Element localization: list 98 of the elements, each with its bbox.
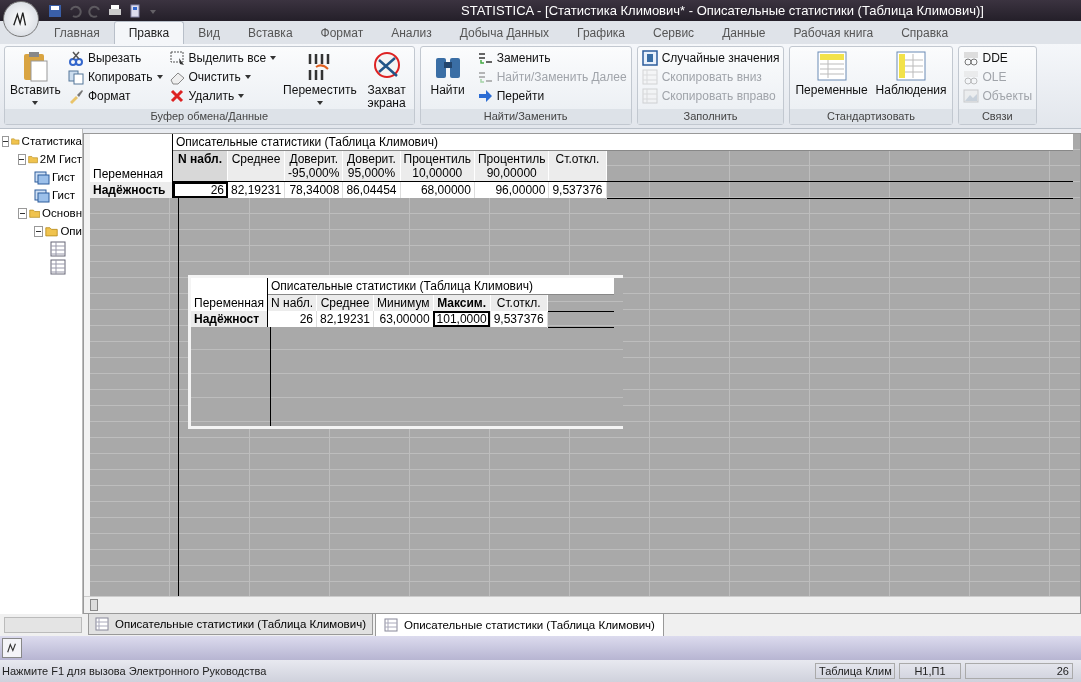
scissors-icon — [67, 49, 84, 66]
collapse-toggle[interactable] — [2, 135, 9, 147]
copy-icon — [67, 68, 84, 85]
caret-icon — [238, 93, 245, 98]
tree-item[interactable]: Статистика — [21, 135, 82, 147]
sheet-tab[interactable]: Описательные статистики (Таблица Климович) — [88, 614, 373, 635]
caret-icon — [270, 55, 277, 60]
column-header[interactable]: Доверит. 95,000% — [342, 150, 400, 182]
collapse-toggle[interactable] — [18, 153, 26, 165]
ribbon-button[interactable]: DDE — [962, 48, 1033, 67]
printer-icon[interactable] — [108, 3, 122, 18]
table-icon — [95, 617, 109, 631]
group-title: Заполнить — [637, 109, 784, 124]
ribbon-tab[interactable]: Главная — [40, 22, 114, 44]
status-field: Таблица Клим — [815, 663, 895, 679]
caret-icon — [244, 74, 251, 79]
table-icon — [50, 259, 66, 275]
ribbon-tab[interactable]: Сервис — [639, 22, 709, 44]
ribbon-tab[interactable]: Вставка — [233, 22, 307, 44]
group-title: Связи — [958, 109, 1037, 124]
ribbon-button[interactable]: Удалить — [168, 86, 277, 105]
column-header[interactable]: Процентиль 90,00000 — [474, 150, 549, 182]
ribbon-button[interactable]: Случайные значения — [641, 48, 780, 67]
save-icon[interactable] — [48, 3, 62, 18]
ribbon-tab[interactable]: Правка — [113, 21, 185, 44]
table-title: Описательные статистики (Таблица Климович) — [267, 278, 614, 295]
ribbon-button[interactable]: Вставить — [9, 48, 62, 107]
table-icon — [50, 241, 66, 257]
tree-item[interactable]: Опи — [60, 225, 82, 237]
status-field: 26 — [965, 663, 1073, 679]
collapse-toggle[interactable] — [34, 225, 44, 237]
ribbon-button[interactable]: Наблюдения — [874, 48, 948, 99]
table-cell: 63,00000 — [373, 311, 434, 327]
ribbon-tab[interactable]: Анализ — [377, 22, 446, 44]
link-icon — [962, 68, 979, 85]
grid-icon — [641, 68, 658, 85]
square-icon — [641, 49, 658, 66]
table-cell: 9,537376 — [490, 311, 548, 327]
header-cell: Переменная — [90, 134, 173, 182]
graph-icon — [34, 169, 50, 185]
link-icon — [962, 49, 979, 66]
ribbon-button[interactable]: Формат — [67, 86, 163, 105]
ribbon-tab[interactable]: Формат — [306, 22, 378, 44]
table-icon — [383, 618, 398, 632]
ribbon-button[interactable]: Очистить — [168, 67, 277, 86]
tree-item[interactable]: 2M Гист — [39, 153, 82, 165]
ribbon-tab[interactable]: Добыча Данных — [445, 22, 564, 44]
graph-icon — [34, 187, 50, 203]
ribbon-tab[interactable]: Вид — [184, 22, 234, 44]
picture-icon — [962, 87, 979, 104]
ribbon-button[interactable]: Выделить все — [168, 48, 277, 67]
cross-icon — [168, 87, 185, 104]
table-title: Описательные статистики (Таблица Климович) — [172, 134, 1073, 151]
ribbon-button[interactable]: Заменить — [476, 48, 627, 67]
ribbon-button[interactable]: Перейти — [476, 86, 627, 105]
table-cell: 26 — [267, 311, 317, 327]
group-title: Стандартизовать — [790, 109, 952, 124]
caret-icon — [316, 101, 323, 105]
window-title: STATISTICA - [Статистика Климович* - Описательные статистики (Таблица Климович)] — [460, 3, 985, 18]
collapse-toggle[interactable] — [18, 207, 27, 219]
horizontal-scrollbar[interactable] — [84, 596, 1080, 613]
column-header[interactable]: Ст.откл. — [548, 150, 606, 182]
ribbon-button[interactable]: Вырезать — [67, 48, 163, 67]
logo — [6, 642, 18, 654]
ribbon-button[interactable]: Копировать — [67, 67, 163, 86]
column-header[interactable]: Среднее — [227, 150, 285, 182]
ribbon-tab[interactable]: Графика — [563, 22, 640, 44]
column-header[interactable]: Доверит. -95,000% — [284, 150, 343, 182]
column-header[interactable]: Процентиль 10,00000 — [400, 150, 475, 182]
tree-item[interactable]: Гист — [52, 171, 76, 183]
column-header[interactable]: N набл. — [172, 150, 228, 182]
app-menu-button[interactable] — [3, 1, 39, 37]
ribbon-tab[interactable]: Данные — [708, 22, 780, 44]
minimized-window-button[interactable] — [2, 638, 22, 658]
caret-icon — [32, 101, 39, 105]
tree-item[interactable]: Основн — [42, 207, 82, 219]
status-message: Нажмите F1 для вызова Электронного Руководства — [1, 665, 268, 677]
table-cell: 101,0000 — [433, 311, 491, 327]
sheet-tab[interactable]: Описательные статистики (Таблица Климович) — [374, 614, 664, 637]
ribbon-button[interactable]: Переменные — [794, 48, 869, 99]
ribbon-tab[interactable]: Рабочая книга — [779, 22, 888, 44]
device-icon[interactable] — [128, 3, 142, 18]
group-title: Буфер обмена/Данные — [5, 109, 414, 124]
grid-icon — [641, 87, 658, 104]
arrow-icon — [476, 87, 493, 104]
tree-item[interactable]: Гист — [52, 189, 76, 201]
table-icon — [895, 50, 928, 82]
ribbon-button[interactable]: Найти — [424, 48, 471, 99]
caret-icon — [156, 74, 163, 79]
table-icon — [815, 50, 848, 82]
ribbon-button[interactable]: Переместить — [282, 48, 358, 107]
row-header: Надёжност — [191, 311, 268, 327]
group-title: Найти/Заменить — [420, 109, 631, 124]
table-cell: 82,19231 — [316, 311, 374, 327]
select-icon — [168, 49, 185, 66]
ribbon-tab[interactable]: Справка — [887, 22, 963, 44]
tab-scrollbar[interactable] — [4, 617, 82, 633]
status-field: Н1,П1 — [899, 663, 961, 679]
